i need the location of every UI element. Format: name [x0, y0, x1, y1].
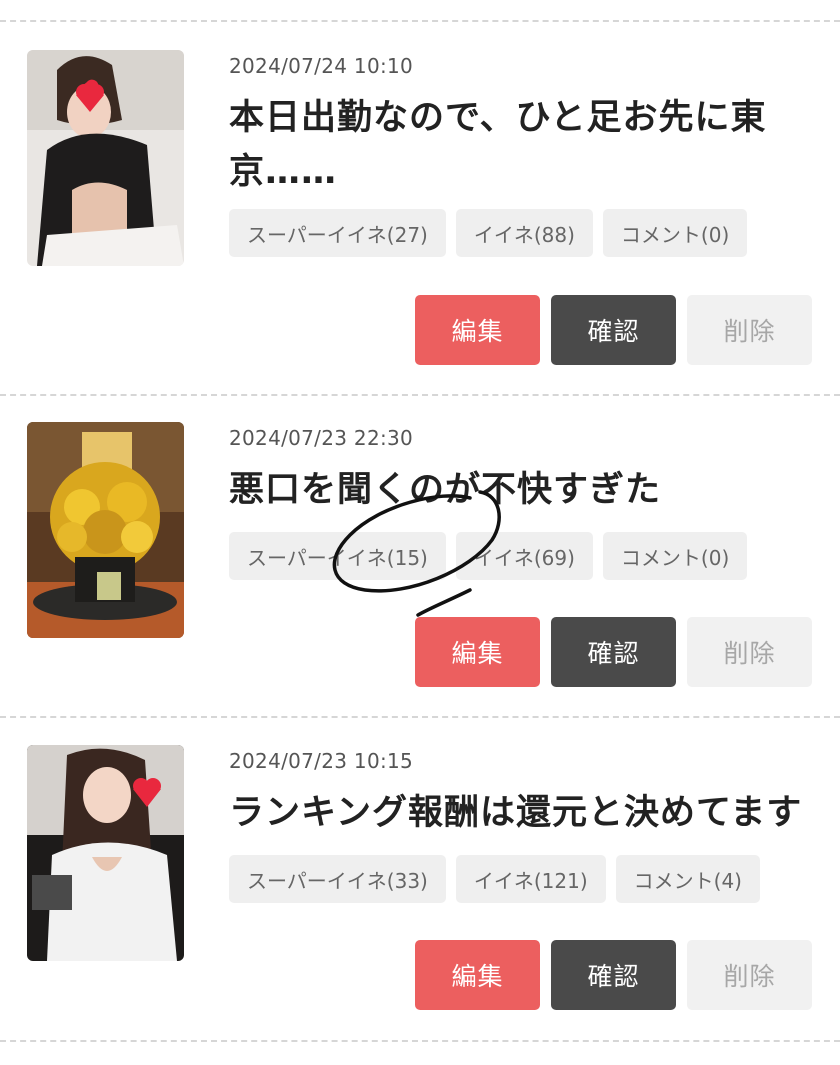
- delete-button[interactable]: 削除: [687, 940, 812, 1010]
- post-actions: 編集 確認 削除: [415, 617, 812, 687]
- post-thumbnail[interactable]: [27, 422, 184, 638]
- reaction-tags: スーパーイイネ(15) イイネ(69) コメント(0): [229, 532, 748, 580]
- comment-tag: コメント(0): [602, 209, 748, 257]
- post-item: 2024/07/23 22:30 悪口を聞くのが不快すぎた スーパーイイネ(15…: [0, 416, 840, 736]
- delete-button[interactable]: 削除: [687, 617, 812, 687]
- post-date: 2024/07/23 22:30: [229, 426, 414, 450]
- post-item: 2024/07/23 10:15 ランキング報酬は還元と決めてます スーパーイイ…: [0, 739, 840, 1059]
- post-thumbnail[interactable]: [27, 50, 184, 266]
- comment-tag: コメント(4): [615, 855, 760, 903]
- reaction-tags: スーパーイイネ(27) イイネ(88) コメント(0): [229, 209, 748, 257]
- divider: [0, 1040, 840, 1042]
- edit-button[interactable]: 編集: [415, 940, 540, 1010]
- divider: [0, 20, 840, 22]
- post-title[interactable]: 本日出勤なので、ひと足お先に東京……: [229, 91, 809, 199]
- super-like-tag: スーパーイイネ(33): [229, 855, 446, 903]
- post-date: 2024/07/23 10:15: [229, 749, 414, 773]
- post-thumbnail[interactable]: [27, 745, 184, 961]
- post-actions: 編集 確認 削除: [415, 295, 812, 365]
- like-tag: イイネ(88): [455, 209, 593, 257]
- divider: [0, 716, 840, 718]
- post-date: 2024/07/24 10:10: [229, 54, 414, 78]
- post-title[interactable]: 悪口を聞くのが不快すぎた: [229, 463, 809, 517]
- like-tag: イイネ(121): [455, 855, 606, 903]
- reaction-tags: スーパーイイネ(33) イイネ(121) コメント(4): [229, 855, 760, 903]
- confirm-button[interactable]: 確認: [551, 295, 676, 365]
- edit-button[interactable]: 編集: [415, 295, 540, 365]
- edit-button[interactable]: 編集: [415, 617, 540, 687]
- post-title[interactable]: ランキング報酬は還元と決めてます: [229, 786, 809, 840]
- super-like-tag: スーパーイイネ(27): [229, 209, 446, 257]
- super-like-tag: スーパーイイネ(15): [229, 532, 446, 580]
- confirm-button[interactable]: 確認: [551, 617, 676, 687]
- post-actions: 編集 確認 削除: [415, 940, 812, 1010]
- delete-button[interactable]: 削除: [687, 295, 812, 365]
- confirm-button[interactable]: 確認: [551, 940, 676, 1010]
- like-tag: イイネ(69): [455, 532, 593, 580]
- comment-tag: コメント(0): [602, 532, 748, 580]
- post-item: 2024/07/24 10:10 本日出勤なので、ひと足お先に東京…… スーパー…: [0, 44, 840, 365]
- divider: [0, 394, 840, 396]
